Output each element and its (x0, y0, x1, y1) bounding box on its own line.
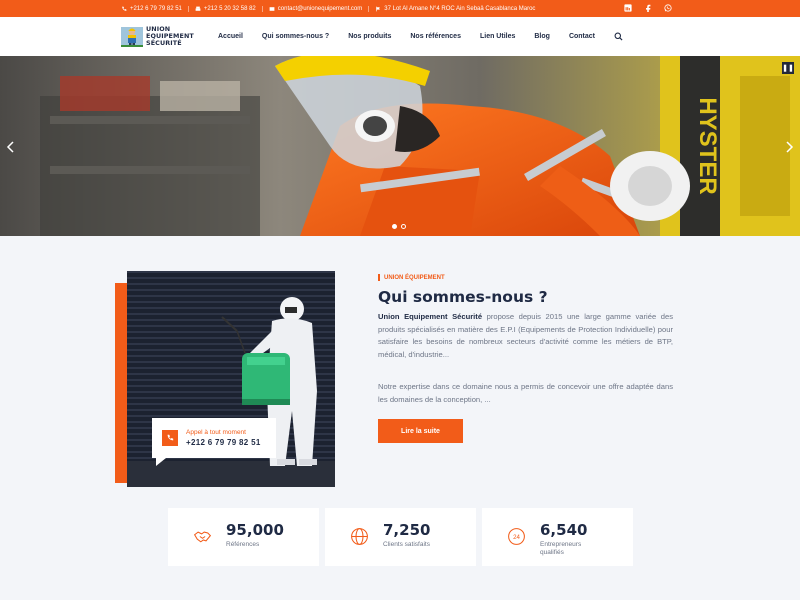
slider-dot-2[interactable] (401, 224, 406, 229)
envelope-icon (269, 6, 275, 11)
facebook-icon[interactable] (644, 4, 652, 12)
top-bar: +212 6 79 79 82 51 +212 5 20 32 58 82 co… (0, 0, 800, 17)
phone-icon (122, 6, 127, 11)
support-24-icon: 24 (506, 526, 527, 547)
phone1-item[interactable]: +212 6 79 79 82 51 (121, 5, 189, 12)
site-header: UNION EQUIPEMENT SÉCURITÉ Accueil Qui so… (0, 17, 800, 56)
svg-text:24: 24 (513, 534, 520, 541)
read-more-button[interactable]: Lire la suite (378, 419, 463, 443)
search-icon[interactable] (614, 32, 623, 41)
prev-slide-arrow[interactable] (6, 140, 16, 153)
phone2-item[interactable]: +212 5 20 32 58 82 (189, 5, 263, 12)
chevron-right-icon (786, 141, 794, 153)
fax-icon (195, 6, 201, 11)
whatsapp-icon[interactable] (664, 4, 672, 12)
call-box[interactable]: Appel à tout moment +212 6 79 79 82 51 (152, 418, 276, 466)
image-accent-bar (115, 283, 127, 483)
slider-dot-1[interactable] (392, 224, 397, 229)
stat-label: Clients satisfaits (383, 541, 430, 548)
stat-value: 95,000 (226, 521, 284, 539)
nav-item-nos-references[interactable]: Nos références (410, 33, 461, 40)
company-name: Union Equipement Sécurité (378, 312, 483, 321)
nav-item-qui-sommes-nous[interactable]: Qui sommes-nous ? (262, 33, 329, 40)
hero-slider[interactable]: HYSTER ❚❚ (0, 56, 800, 236)
subtitle-text: UNION ÉQUIPEMENT (384, 274, 445, 281)
call-label: Appel à tout moment (186, 429, 246, 436)
call-number[interactable]: +212 6 79 79 82 51 (186, 438, 261, 447)
logo-text: UNION EQUIPEMENT SÉCURITÉ (146, 25, 194, 47)
nav-item-accueil[interactable]: Accueil (218, 33, 243, 40)
stat-label: Entrepreneurs qualifiés (540, 541, 582, 556)
pause-button[interactable]: ❚❚ (782, 62, 794, 74)
logo-worker-icon (121, 23, 143, 49)
stat-card-entrepreneurs: 24 6,540 Entrepreneurs qualifiés (482, 508, 633, 566)
stat-label: Références (226, 541, 260, 548)
nav-item-nos-produits[interactable]: Nos produits (348, 33, 391, 40)
chevron-left-icon (6, 141, 14, 153)
call-text: Appel à tout moment +212 6 79 79 82 51 (186, 429, 261, 447)
section-subtitle: UNION ÉQUIPEMENT (378, 274, 445, 281)
about-paragraph-1: Union Equipement Sécurité propose depuis… (378, 311, 673, 361)
stat-value: 7,250 (383, 521, 431, 539)
address-text: 37 Lot Al Amane N°4 ROC Ain Sebaâ Casabl… (384, 5, 536, 12)
phone1-text: +212 6 79 79 82 51 (130, 5, 182, 12)
linkedin-icon[interactable] (624, 4, 632, 12)
social-links (624, 4, 672, 12)
forklift-brand: HYSTER (694, 97, 721, 194)
main-nav: Accueil Qui sommes-nous ? Nos produits N… (218, 17, 623, 56)
email-item[interactable]: contact@unionequipement.com (263, 5, 370, 12)
stat-value: 6,540 (540, 521, 588, 539)
contact-info: +212 6 79 79 82 51 +212 5 20 32 58 82 co… (121, 0, 541, 17)
subtitle-bar (378, 274, 380, 281)
phone2-text: +212 5 20 32 58 82 (203, 5, 256, 12)
globe-icon (349, 526, 370, 547)
nav-item-lien-utiles[interactable]: Lien Utiles (480, 33, 515, 40)
site-logo[interactable]: UNION EQUIPEMENT SÉCURITÉ (121, 22, 194, 50)
logo-line3: SÉCURITÉ (146, 38, 182, 47)
handshake-icon (192, 526, 213, 547)
address-item: 37 Lot Al Amane N°4 ROC Ain Sebaâ Casabl… (369, 6, 541, 12)
email-text: contact@unionequipement.com (277, 5, 363, 12)
about-paragraph-2: Notre expertise dans ce domaine nous a p… (378, 382, 673, 404)
flag-icon (376, 6, 381, 11)
phone-icon (162, 430, 178, 446)
section-title: Qui sommes-nous ? (378, 288, 548, 306)
nav-item-contact[interactable]: Contact (569, 33, 595, 40)
next-slide-arrow[interactable] (784, 140, 794, 153)
nav-item-blog[interactable]: Blog (534, 33, 550, 40)
hero-image: HYSTER (0, 56, 800, 236)
stat-card-clients: 7,250 Clients satisfaits (325, 508, 476, 566)
stat-card-references: 95,000 Références (168, 508, 319, 566)
slider-dots (392, 224, 406, 229)
